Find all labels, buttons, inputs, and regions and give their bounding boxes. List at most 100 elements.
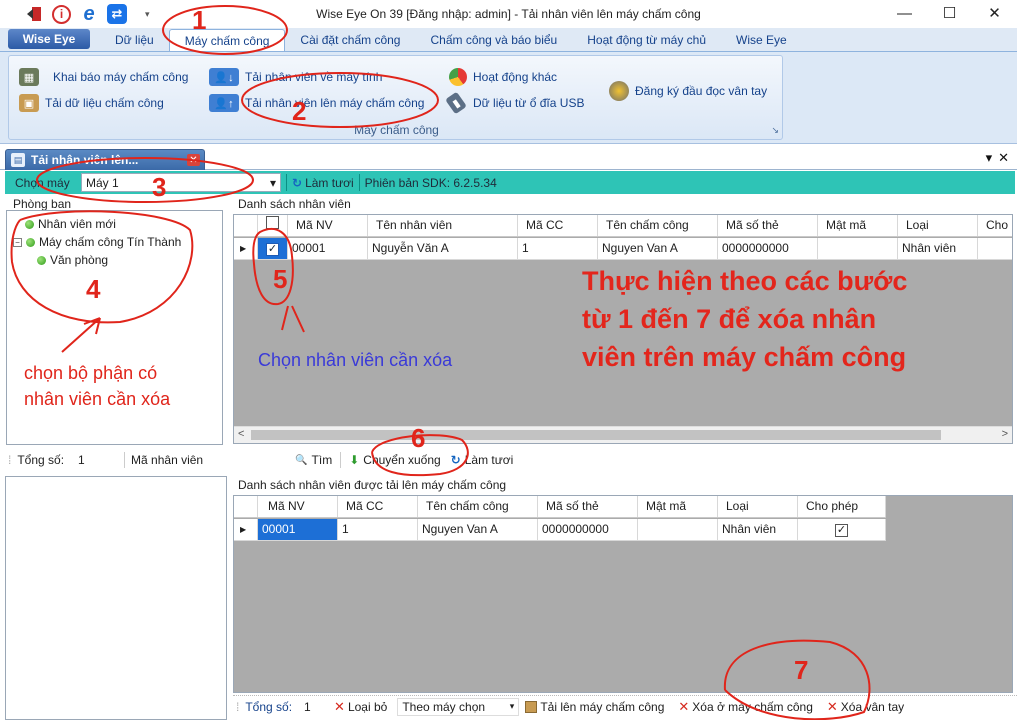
cell-password[interactable] [638, 519, 718, 541]
column-header[interactable]: Tên chấm công [598, 215, 718, 236]
table-row[interactable]: ▶ ✓ 00001 Nguyễn Văn A 1 Nguyen Van A 00… [234, 238, 1012, 260]
column-header[interactable]: Mã số thẻ [538, 496, 638, 517]
tab-attendance-reports[interactable]: Chấm công và báo biểu [415, 29, 572, 51]
column-header[interactable]: Mã CC [338, 496, 418, 517]
teamviewer-icon[interactable]: ⇄ [107, 4, 127, 24]
collapse-icon[interactable]: − [13, 237, 22, 247]
group-launcher-icon[interactable]: ↘ [771, 125, 779, 136]
tab-wise-eye[interactable]: Wise Eye [721, 29, 802, 51]
scroll-right-icon[interactable]: > [1002, 428, 1008, 440]
search-button[interactable]: 🔍 Tìm [295, 453, 332, 467]
column-header[interactable]: Mật mã [818, 215, 898, 236]
staff-code-input[interactable] [207, 451, 292, 469]
app-menu-button[interactable]: Wise Eye [8, 29, 90, 49]
row-check-cell[interactable]: ✓ [258, 238, 288, 260]
toolbar-grip: ⁞ [236, 699, 240, 714]
tree-node-new-staff[interactable]: Nhân viên mới [25, 217, 116, 231]
cell-password[interactable] [818, 238, 898, 260]
column-header[interactable]: Cho [978, 215, 1012, 236]
quick-access-dropdown-icon[interactable]: ▾ [145, 9, 150, 20]
tab-attendance-settings[interactable]: Cài đặt chấm công [285, 29, 415, 51]
machine-icon: ▦ [19, 68, 39, 86]
ie-icon[interactable]: e [79, 3, 99, 25]
select-all-checkbox[interactable] [266, 216, 279, 229]
mode-select-value: Theo máy chọn [402, 699, 486, 714]
column-header[interactable]: Mật mã [638, 496, 718, 517]
download-data-button[interactable]: ▣ Tải dữ liệu chấm công [19, 94, 164, 112]
total-value: 1 [78, 453, 85, 467]
column-header[interactable]: Mã NV [258, 496, 338, 517]
ribbon-group-time-machine: ▦ Khai báo máy chấm công ▣ Tải dữ liệu c… [8, 55, 783, 140]
document-tab-upload-staff[interactable]: ▤ Tải nhân viên lên... ✕ [5, 149, 205, 170]
minimize-button[interactable]: — [882, 0, 927, 26]
close-panel-icon[interactable]: ✕ [998, 150, 1009, 166]
column-header[interactable]: Mã số thẻ [718, 215, 818, 236]
cell-staff-name[interactable]: Nguyễn Văn A [368, 238, 518, 260]
box-icon: ▣ [19, 94, 39, 112]
machine-refresh-button[interactable]: ↻ Làm tươi [292, 176, 354, 190]
search-icon: 🔍 [295, 454, 308, 466]
column-header[interactable]: Cho phép [798, 496, 886, 517]
column-header[interactable]: Tên chấm công [418, 496, 538, 517]
tree-node-label: Máy chấm công Tín Thành [39, 235, 182, 249]
tab-data[interactable]: Dữ liệu [100, 29, 169, 51]
horizontal-scrollbar[interactable]: < > [234, 426, 1012, 443]
cell-card-number[interactable]: 0000000000 [718, 238, 818, 260]
cell-allow[interactable]: ✓ [798, 519, 886, 541]
staff-grid-header: Mã NV Tên nhân viên Mã CC Tên chấm công … [234, 215, 1012, 237]
tree-node-company[interactable]: − Máy chấm công Tín Thành [13, 235, 181, 249]
scroll-thumb[interactable] [251, 430, 941, 440]
cell-staff-code[interactable]: 00001 [258, 519, 338, 541]
allow-checkbox[interactable]: ✓ [835, 524, 848, 537]
maximize-button[interactable]: ☐ [927, 0, 972, 26]
machine-select[interactable]: Máy 1 ▾ [81, 173, 281, 192]
tab-list-dropdown-icon[interactable]: ▾ [986, 150, 993, 166]
column-header[interactable]: Mã NV [288, 215, 368, 236]
select-all-cell[interactable] [258, 215, 288, 236]
logout-icon[interactable] [24, 4, 44, 24]
usb-icon: ▮ [445, 91, 467, 115]
cell-attendance-name[interactable]: Nguyen Van A [418, 519, 538, 541]
column-header[interactable]: Tên nhân viên [368, 215, 518, 236]
document-tab-strip: ▤ Tải nhân viên lên... ✕ ▾ ✕ [0, 146, 1017, 170]
tab-time-machine[interactable]: Máy chấm công [168, 29, 286, 51]
upload-button[interactable]: Tải lên máy chấm công [525, 700, 664, 714]
cell-staff-code[interactable]: 00001 [288, 238, 368, 260]
delete-fingerprint-button[interactable]: ✕ Xóa vân tay [827, 699, 904, 715]
other-activity-button[interactable]: Hoạt động khác [449, 68, 557, 86]
grid-indicator-header [234, 215, 258, 236]
usb-data-button[interactable]: ▮ Dữ liệu từ ổ đĩa USB [445, 91, 584, 115]
column-header[interactable]: Mã CC [518, 215, 598, 236]
remove-button[interactable]: ✕ Loại bỏ [334, 699, 387, 715]
cell-card-number[interactable]: 0000000000 [538, 519, 638, 541]
column-header[interactable]: Loại [718, 496, 798, 517]
refresh-button[interactable]: ↻ Làm tươi [451, 453, 514, 467]
upload-staff-button[interactable]: 👤↑ Tải nhân viên lên máy chấm công [209, 94, 424, 112]
tab-server-activity[interactable]: Hoạt động từ máy chủ [572, 29, 721, 51]
cell-attendance-code[interactable]: 1 [338, 519, 418, 541]
info-icon[interactable]: i [52, 4, 71, 24]
move-down-button[interactable]: ⬇ Chuyển xuống [349, 453, 440, 467]
cell-type[interactable]: Nhân viên [898, 238, 978, 260]
column-header[interactable]: Loại [898, 215, 978, 236]
cell-allow[interactable] [978, 238, 1012, 260]
scroll-left-icon[interactable]: < [238, 428, 244, 440]
delete-on-machine-button[interactable]: ✕ Xóa ở máy chấm công [678, 699, 813, 715]
user-download-icon: 👤↓ [209, 68, 239, 86]
department-note: chọn bộ phận có nhân viên cần xóa [24, 360, 170, 412]
table-row[interactable]: ▶ 00001 1 Nguyen Van A 0000000000 Nhân v… [234, 519, 886, 541]
row-checkbox[interactable]: ✓ [266, 243, 279, 256]
declare-machine-button[interactable]: ▦ Khai báo máy chấm công [19, 68, 188, 86]
register-reader-button[interactable]: Đăng ký đầu đọc vân tay [609, 81, 767, 101]
cell-type[interactable]: Nhân viên [718, 519, 798, 541]
document-tab-close-icon[interactable]: ✕ [187, 154, 200, 166]
refresh-icon: ↻ [450, 453, 461, 467]
tree-node-office[interactable]: Văn phòng [37, 253, 108, 267]
download-staff-button[interactable]: 👤↓ Tải nhân viên về máy tính [209, 68, 382, 86]
document-controls: ▾ ✕ [986, 150, 1009, 166]
cell-attendance-code[interactable]: 1 [518, 238, 598, 260]
cell-attendance-name[interactable]: Nguyen Van A [598, 238, 718, 260]
upload-staff-label: Tải nhân viên lên máy chấm công [245, 96, 425, 110]
mode-select[interactable]: Theo máy chọn ▾ [397, 697, 520, 716]
close-button[interactable]: ✕ [972, 0, 1017, 26]
